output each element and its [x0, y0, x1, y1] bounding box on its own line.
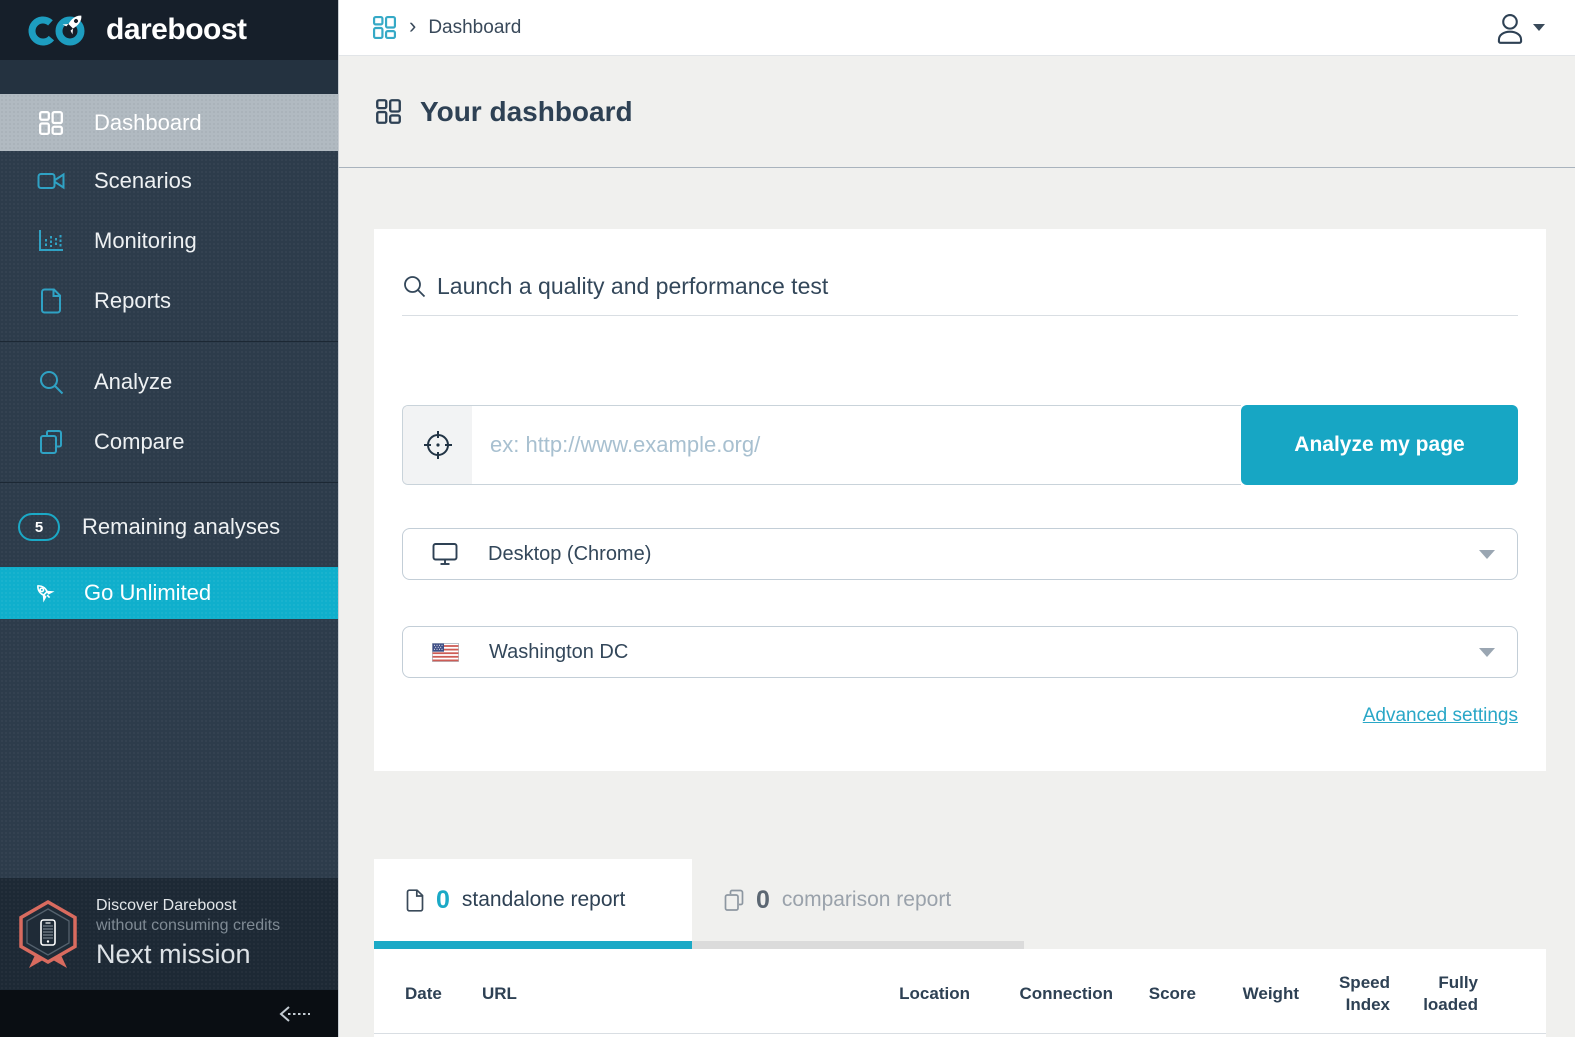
caret-down-icon	[1533, 24, 1545, 31]
tab-count: 0	[756, 886, 770, 915]
reports-table-header: Date URL Location Connection Score Weigh…	[374, 949, 1546, 1034]
user-icon	[1495, 12, 1525, 44]
tab-count: 0	[436, 886, 450, 915]
advanced-settings-row: Advanced settings	[402, 705, 1518, 730]
tab-label: comparison report	[782, 888, 951, 912]
copy-pages-icon	[724, 889, 744, 912]
user-menu[interactable]	[1495, 12, 1545, 44]
sidebar-item-label: Compare	[94, 429, 184, 455]
url-input[interactable]	[472, 406, 1241, 484]
mission-line1: Discover Dareboost	[96, 896, 280, 916]
dashboard-grid-icon	[36, 110, 66, 136]
column-header-score: Score	[1113, 983, 1196, 1005]
chevron-right-icon: ›	[409, 15, 416, 40]
column-header-date: Date	[405, 983, 482, 1005]
tab-comparison-report[interactable]: 0 comparison report	[692, 859, 1024, 949]
search-icon	[36, 370, 66, 395]
tab-standalone-report[interactable]: 0 standalone report	[374, 859, 692, 949]
caret-down-icon	[1479, 648, 1495, 657]
content: Launch a quality and performance test	[339, 168, 1575, 1037]
nav-spacer	[0, 60, 338, 94]
sidebar-item-label: Reports	[94, 288, 171, 314]
breadcrumb-current[interactable]: Dashboard	[428, 17, 521, 39]
sidebar-item-scenarios[interactable]: Scenarios	[0, 151, 338, 211]
topbar: › Dashboard	[339, 0, 1575, 56]
device-select-value: Desktop (Chrome)	[488, 543, 1449, 566]
sidebar-divider	[0, 482, 338, 483]
crosshair-target-icon	[403, 406, 472, 484]
rocket-icon	[30, 580, 60, 606]
reports-table: Date URL Location Connection Score Weigh…	[374, 949, 1546, 1037]
column-header-url: URL	[482, 983, 850, 1005]
sidebar-filler	[0, 619, 338, 878]
breadcrumb: › Dashboard	[372, 15, 521, 40]
mission-text: Discover Dareboost without consuming cre…	[96, 896, 280, 972]
column-header-weight: Weight	[1196, 983, 1299, 1005]
column-header-speed-index: Speed Index	[1299, 972, 1390, 1016]
page-header: Your dashboard	[339, 56, 1575, 168]
sidebar-item-go-unlimited[interactable]: Go Unlimited	[0, 567, 338, 619]
sidebar-divider	[0, 341, 338, 342]
breadcrumb-dashboard-icon[interactable]	[372, 15, 397, 40]
location-select[interactable]: Washington DC	[402, 626, 1518, 678]
copy-pages-icon	[36, 429, 66, 455]
column-header-fully-loaded: Fully loaded	[1390, 972, 1478, 1016]
card-title-row: Launch a quality and performance test	[402, 229, 1518, 316]
sidebar-item-label: Dashboard	[94, 110, 202, 136]
mission-line3: Next mission	[96, 938, 280, 972]
sidebar-item-label: Go Unlimited	[84, 580, 211, 606]
collapse-arrow-icon[interactable]	[278, 1005, 312, 1023]
bar-chart-icon	[36, 229, 66, 253]
app-window: dareboost Dashboard	[0, 0, 1575, 1037]
sidebar-item-dashboard[interactable]: Dashboard	[0, 94, 338, 151]
mission-line2: without consuming credits	[96, 916, 280, 936]
document-icon	[406, 889, 424, 912]
sidebar-item-label: Scenarios	[94, 168, 192, 194]
location-select-value: Washington DC	[489, 641, 1449, 664]
sidebar-item-analyze[interactable]: Analyze	[0, 352, 338, 412]
monitor-icon	[432, 542, 458, 566]
sidebar-item-compare[interactable]: Compare	[0, 412, 338, 472]
rocket-logo-icon	[28, 9, 94, 51]
page-title-dashboard-icon	[375, 98, 402, 125]
caret-down-icon	[1479, 550, 1495, 559]
report-tabs: 0 standalone report 0	[374, 859, 1546, 949]
sidebar-item-label: Analyze	[94, 369, 172, 395]
magnifier-icon	[402, 274, 427, 299]
sidebar-item-monitoring[interactable]: Monitoring	[0, 211, 338, 271]
next-mission-panel[interactable]: Discover Dareboost without consuming cre…	[0, 878, 338, 990]
document-icon	[36, 288, 66, 314]
sidebar-item-reports[interactable]: Reports	[0, 271, 338, 331]
launch-test-card: Launch a quality and performance test	[374, 229, 1546, 771]
tab-label: standalone report	[462, 888, 625, 912]
sidebar-collapse-bar[interactable]	[0, 990, 338, 1037]
active-tab-underline	[374, 941, 692, 949]
video-camera-icon	[36, 170, 66, 192]
column-header-connection: Connection	[970, 983, 1113, 1005]
sidebar: dareboost Dashboard	[0, 0, 338, 1037]
brand-logo[interactable]: dareboost	[0, 0, 338, 60]
analyze-my-page-button[interactable]: Analyze my page	[1241, 405, 1518, 485]
remaining-count-badge: 5	[18, 513, 60, 541]
column-header-location: Location	[850, 983, 970, 1005]
card-title: Launch a quality and performance test	[437, 273, 828, 300]
main-area: › Dashboard	[338, 0, 1575, 1037]
device-select[interactable]: Desktop (Chrome)	[402, 528, 1518, 580]
sidebar-item-label: Remaining analyses	[82, 514, 280, 540]
sidebar-item-label: Monitoring	[94, 228, 197, 254]
url-input-group	[402, 405, 1241, 485]
brand-name: dareboost	[106, 13, 247, 47]
url-row: Analyze my page	[402, 405, 1518, 485]
page-title: Your dashboard	[420, 96, 633, 128]
sidebar-item-remaining-analyses[interactable]: 5 Remaining analyses	[0, 493, 338, 561]
inactive-tab-underline	[692, 941, 1024, 949]
mission-medal-icon	[16, 899, 80, 969]
sidebar-nav: Dashboard Scenarios	[0, 94, 338, 619]
advanced-settings-link[interactable]: Advanced settings	[1363, 705, 1518, 730]
us-flag-icon	[432, 643, 459, 662]
